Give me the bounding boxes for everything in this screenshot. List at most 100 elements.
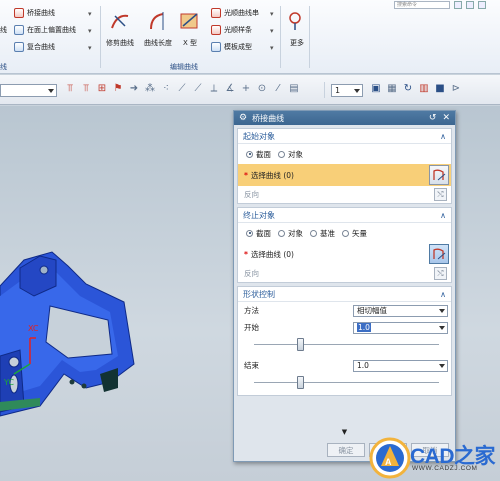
ribbon: 线 桥接曲线 在面上偏置曲线 复合曲线 ▾ ▾ ▾ 修剪曲线 曲线长度 X 型 光顺…: [0, 0, 500, 74]
snap-midpoint-icon[interactable]: ⫪: [80, 83, 92, 95]
reset-icon[interactable]: ↺: [429, 113, 437, 123]
shape-control-title: 形状控制: [243, 289, 275, 299]
watermark: A CAD之家 WWW.CADZJ.COM: [368, 436, 500, 481]
end-radio-section[interactable]: [246, 229, 253, 237]
collapse-icon[interactable]: ∧: [440, 290, 446, 299]
search-icon[interactable]: [454, 1, 462, 9]
command-search-input[interactable]: 搜索命令: [394, 1, 450, 9]
collapse-icon[interactable]: ∧: [440, 132, 446, 141]
smooth-curve-string-item[interactable]: 光顺曲线串: [211, 4, 259, 21]
dialog-title: 桥接曲线: [252, 113, 285, 123]
dialog-title-bar[interactable]: ⚙ 桥接曲线 ↺ ✕: [234, 111, 455, 125]
end-select-curve-row[interactable]: * 选择曲线 (0): [238, 243, 451, 265]
snap-arrow-icon[interactable]: ➜: [128, 83, 140, 95]
help-icon[interactable]: [466, 1, 474, 9]
end-object-title: 终止对象: [243, 210, 275, 220]
end-slider-thumb[interactable]: [297, 376, 305, 389]
curve-length-button[interactable]: 曲线长度: [144, 10, 172, 48]
composite-curve-item[interactable]: 复合曲线: [14, 38, 76, 55]
view-orient-icon[interactable]: ⊳: [450, 83, 462, 95]
end-option-object-label: 对象: [288, 228, 303, 238]
x-type-button[interactable]: X 型: [179, 10, 201, 48]
offset-curve-label: 在面上偏置曲线: [27, 25, 76, 34]
end-value-dropdown[interactable]: 1.0: [353, 359, 448, 372]
curve-select-icon: [433, 248, 446, 260]
end-radio-object[interactable]: [278, 229, 285, 237]
collapse-icon[interactable]: ∧: [440, 211, 446, 220]
start-object-header[interactable]: 起始对象 ∧: [238, 129, 451, 144]
rotate-view-icon[interactable]: ↻: [402, 83, 414, 95]
snap-control-icon[interactable]: ⊞: [96, 83, 108, 95]
start-value-dropdown[interactable]: 1.0: [353, 321, 448, 334]
type-filter-dropdown[interactable]: [0, 84, 57, 97]
end-option-section-label: 截面: [256, 228, 271, 238]
settings-icon[interactable]: [478, 1, 486, 9]
snap-tangent-icon[interactable]: ⟋: [192, 83, 204, 95]
end-select-curve-label: 选择曲线 (0): [250, 249, 294, 259]
group1-more-arrows[interactable]: ▾ ▾ ▾: [88, 6, 92, 57]
snap-quad-icon[interactable]: ⁂: [144, 83, 156, 95]
end-slider[interactable]: [238, 374, 451, 391]
trim-curve-button[interactable]: 修剪曲线: [106, 10, 134, 48]
trim-curve-label: 修剪曲线: [106, 39, 134, 47]
start-radio-object[interactable]: [278, 150, 285, 158]
curve-length-icon: [150, 12, 164, 30]
toolbar-separator: [324, 82, 325, 98]
chevron-down-icon: [439, 363, 445, 368]
end-radio-vector[interactable]: [342, 229, 349, 237]
template-forming-item[interactable]: 模板成型: [211, 38, 259, 55]
curve-select-button[interactable]: [429, 244, 449, 264]
snap-circle-icon[interactable]: ⊙: [256, 83, 268, 95]
snap-endpoint-icon[interactable]: ⫪: [64, 83, 76, 95]
end-radio-datum[interactable]: [310, 229, 317, 237]
snap-line-icon[interactable]: ⟋: [176, 83, 188, 95]
start-option-object-label: 对象: [288, 149, 303, 159]
group2-more-arrows[interactable]: ▾ ▾ ▾: [270, 6, 274, 57]
end-option-datum-label: 基准: [320, 228, 335, 238]
shaded-cube-icon[interactable]: ■: [434, 83, 446, 95]
layer-visibility-icon[interactable]: ▦: [386, 83, 398, 95]
start-slider[interactable]: [238, 336, 451, 353]
offset-on-face-item[interactable]: 在面上偏置曲线: [14, 21, 76, 38]
chevron-down-icon: [439, 308, 445, 313]
layer-settings-icon[interactable]: ▣: [370, 83, 382, 95]
gear-icon[interactable]: ⚙: [239, 113, 247, 123]
end-reverse-button[interactable]: ⤭: [434, 267, 447, 280]
method-dropdown[interactable]: 相切幅值: [353, 304, 448, 317]
start-reverse-button[interactable]: ⤭: [434, 188, 447, 201]
snap-scatter-icon[interactable]: ⁖: [160, 83, 172, 95]
snap-angle-icon[interactable]: ∡: [224, 83, 236, 95]
snap-face-icon[interactable]: ▤: [288, 83, 300, 95]
end-radio-group: 截面 对象 基准 矢量: [238, 223, 451, 243]
more-button[interactable]: 更多: [286, 10, 308, 48]
x-type-icon: [180, 13, 198, 29]
start-select-curve-label: 选择曲线 (0): [250, 170, 294, 180]
start-slider-thumb[interactable]: [297, 338, 305, 351]
ribbon-fragment-left: 线: [0, 25, 7, 34]
curve-select-button[interactable]: [429, 165, 449, 185]
slider-track: [254, 382, 439, 384]
render-style-icon[interactable]: ▥: [418, 83, 430, 95]
bridge-curve-label: 桥接曲线: [27, 8, 55, 17]
selection-toolbar: ⫪ ⫪ ⊞ ⚑ ➜ ⁂ ⁖ ⟋ ⟋ ⟂ ∡ + ⊙ ⁄ ▤ 1 ▣ ▦ ↻ ▥ …: [0, 75, 500, 105]
work-layer-dropdown[interactable]: 1: [331, 84, 363, 97]
snap-point-icon[interactable]: ⁄: [272, 83, 284, 95]
bridge-curve-item[interactable]: 桥接曲线: [14, 4, 76, 21]
ribbon-fragment-label: 线: [0, 63, 7, 71]
start-select-curve-row[interactable]: * 选择曲线 (0): [238, 164, 451, 186]
axis-yc-label: YC: [4, 378, 15, 387]
start-value-label: 开始: [244, 323, 259, 332]
start-radio-section[interactable]: [246, 150, 253, 158]
end-object-header[interactable]: 终止对象 ∧: [238, 208, 451, 223]
cad-logo-icon: A: [369, 437, 411, 479]
smooth-spline-item[interactable]: 光顺样条: [211, 21, 259, 38]
snap-intersection-icon[interactable]: ⚑: [112, 83, 124, 95]
snap-plus-icon[interactable]: +: [240, 83, 252, 95]
start-object-section: 起始对象 ∧ 截面 对象 * 选择曲线 (0) 反向 ⤭: [237, 128, 452, 204]
snap-perp-icon[interactable]: ⟂: [208, 83, 220, 95]
close-icon[interactable]: ✕: [442, 113, 450, 123]
ok-button[interactable]: 确定: [327, 443, 365, 457]
shape-control-header[interactable]: 形状控制 ∧: [238, 287, 451, 302]
start-option-section-label: 截面: [256, 149, 271, 159]
window-controls: 搜索命令: [394, 0, 486, 10]
